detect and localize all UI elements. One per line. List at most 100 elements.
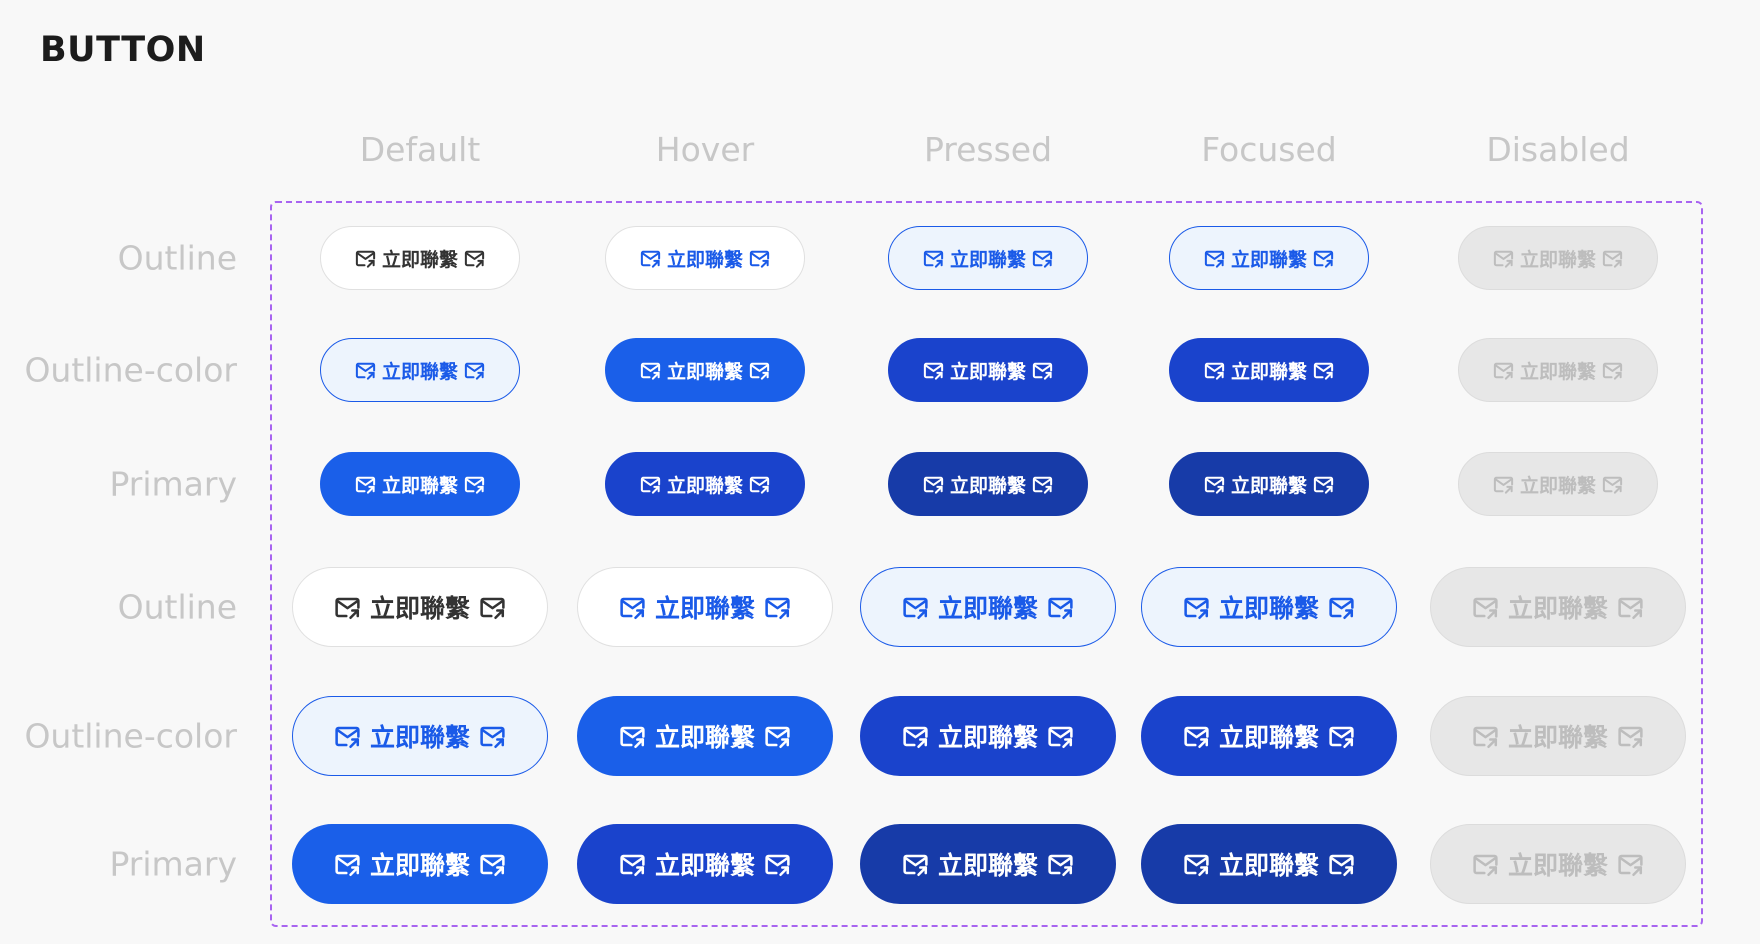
button-label: 立即聯繫 [1519,360,1596,383]
button-label: 立即聯繫 [381,474,458,497]
button-label: 立即聯繫 [949,360,1026,383]
button-states-page: BUTTON Default Hover Pressed Focused Dis… [0,0,1760,944]
button-label: 立即聯繫 [937,851,1038,880]
button-label: 立即聯繫 [1218,851,1319,880]
primary-small-focused-button[interactable]: 立即聯繫 [1169,452,1369,516]
outline-large-default-button[interactable]: 立即聯繫 [292,567,548,647]
row-label-outline-color-small: Outline-color [24,350,237,390]
mail-send-icon [333,850,362,879]
mail-send-icon [1312,473,1335,496]
button-label: 立即聯繫 [369,723,470,752]
outline-small-disabled-button: 立即聯繫 [1458,226,1658,290]
mail-send-icon [763,722,792,751]
outline-small-default-button[interactable]: 立即聯繫 [320,226,520,290]
primary-large-default-button[interactable]: 立即聯繫 [292,824,548,904]
mail-send-icon [1046,722,1075,751]
page-title: BUTTON [40,30,206,70]
row-label-outline-small: Outline [117,238,237,278]
button-label: 立即聯繫 [381,360,458,383]
mail-send-icon [1203,247,1226,270]
mail-send-icon [1203,359,1226,382]
mail-send-icon [748,473,771,496]
outline-color-large-focused-button[interactable]: 立即聯繫 [1141,696,1397,776]
primary-large-pressed-button[interactable]: 立即聯繫 [860,824,1116,904]
primary-small-default-button[interactable]: 立即聯繫 [320,452,520,516]
outline-large-disabled-button: 立即聯繫 [1430,567,1686,647]
mail-send-icon [639,247,662,270]
button-label: 立即聯繫 [1507,851,1608,880]
mail-send-icon [618,593,647,622]
mail-send-icon [463,473,486,496]
outline-color-small-focused-button[interactable]: 立即聯繫 [1169,338,1369,402]
mail-send-icon [478,722,507,751]
primary-small-hover-button[interactable]: 立即聯繫 [605,452,805,516]
mail-send-icon [1471,593,1500,622]
primary-large-hover-button[interactable]: 立即聯繫 [577,824,833,904]
mail-send-icon [763,593,792,622]
button-label: 立即聯繫 [1519,474,1596,497]
mail-send-icon [1312,247,1335,270]
outline-color-large-pressed-button[interactable]: 立即聯繫 [860,696,1116,776]
outline-color-large-disabled-button: 立即聯繫 [1430,696,1686,776]
outline-small-focused-button[interactable]: 立即聯繫 [1169,226,1369,290]
button-label: 立即聯繫 [654,851,755,880]
button-grid-frame [270,201,1703,927]
mail-send-icon [333,722,362,751]
mail-send-icon [1601,359,1624,382]
button-label: 立即聯繫 [654,723,755,752]
button-label: 立即聯繫 [937,594,1038,623]
outline-large-hover-button[interactable]: 立即聯繫 [577,567,833,647]
outline-color-small-pressed-button[interactable]: 立即聯繫 [888,338,1088,402]
mail-send-icon [1312,359,1335,382]
mail-send-icon [922,247,945,270]
primary-small-pressed-button[interactable]: 立即聯繫 [888,452,1088,516]
outline-large-focused-button[interactable]: 立即聯繫 [1141,567,1397,647]
outline-color-large-default-button[interactable]: 立即聯繫 [292,696,548,776]
mail-send-icon [618,722,647,751]
button-label: 立即聯繫 [949,248,1026,271]
outline-large-pressed-button[interactable]: 立即聯繫 [860,567,1116,647]
column-header-default: Default [359,130,481,169]
outline-color-small-hover-button[interactable]: 立即聯繫 [605,338,805,402]
outline-small-hover-button[interactable]: 立即聯繫 [605,226,805,290]
mail-send-icon [463,247,486,270]
mail-send-icon [1046,593,1075,622]
primary-large-focused-button[interactable]: 立即聯繫 [1141,824,1397,904]
mail-send-icon [1182,850,1211,879]
mail-send-icon [1471,850,1500,879]
mail-send-icon [901,850,930,879]
button-label: 立即聯繫 [949,474,1026,497]
mail-send-icon [463,359,486,382]
button-label: 立即聯繫 [1519,248,1596,271]
outline-color-large-hover-button[interactable]: 立即聯繫 [577,696,833,776]
mail-send-icon [901,722,930,751]
mail-send-icon [618,850,647,879]
mail-send-icon [1203,473,1226,496]
column-header-hover: Hover [655,130,755,169]
button-label: 立即聯繫 [654,594,755,623]
mail-send-icon [478,850,507,879]
column-header-focused: Focused [1201,130,1337,169]
mail-send-icon [1182,593,1211,622]
mail-send-icon [1471,722,1500,751]
mail-send-icon [1616,850,1645,879]
mail-send-icon [1031,247,1054,270]
outline-small-pressed-button[interactable]: 立即聯繫 [888,226,1088,290]
mail-send-icon [1031,473,1054,496]
mail-send-icon [922,359,945,382]
mail-send-icon [1601,247,1624,270]
column-header-pressed: Pressed [923,130,1053,169]
row-label-primary-large: Primary [109,844,237,884]
mail-send-icon [354,247,377,270]
outline-color-small-default-button[interactable]: 立即聯繫 [320,338,520,402]
mail-send-icon [1327,722,1356,751]
mail-send-icon [1492,473,1515,496]
mail-send-icon [901,593,930,622]
button-label: 立即聯繫 [1507,723,1608,752]
button-label: 立即聯繫 [1230,248,1307,271]
column-header-disabled: Disabled [1486,130,1630,169]
button-label: 立即聯繫 [666,474,743,497]
mail-send-icon [333,593,362,622]
mail-send-icon [1031,359,1054,382]
button-label: 立即聯繫 [1218,723,1319,752]
